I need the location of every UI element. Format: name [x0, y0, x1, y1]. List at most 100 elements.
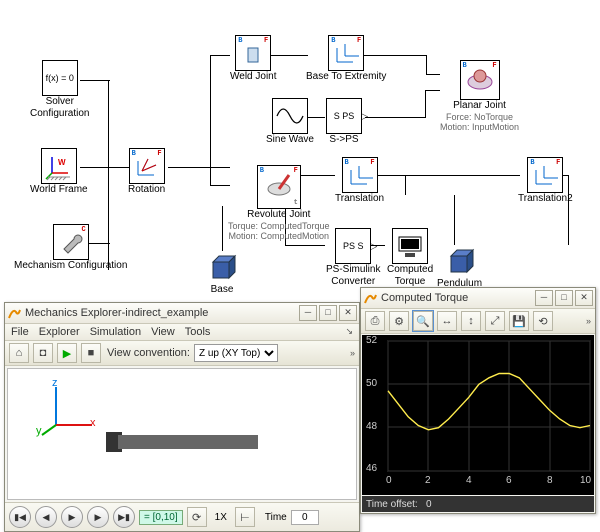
solver-inner-text: f(x) = 0 [46, 73, 74, 83]
menu-tools[interactable]: Tools [185, 326, 211, 338]
play-icon[interactable]: ▶ [57, 343, 77, 363]
offset-label: Time offset: [366, 499, 418, 510]
maximize-button[interactable]: □ [319, 305, 337, 321]
block-mechanism-configuration[interactable]: C Mechanism Configuration [14, 224, 127, 272]
translation-icon: B F [342, 157, 378, 193]
close-button[interactable]: ✕ [575, 290, 593, 306]
params-icon[interactable]: ⚙ [389, 311, 409, 331]
time-value[interactable]: 0 [291, 510, 319, 525]
pendulum-arm-shape [118, 435, 258, 449]
maximize-button[interactable]: □ [555, 290, 573, 306]
restore-icon[interactable]: ⟲ [533, 311, 553, 331]
axis-x-label: x [90, 417, 96, 429]
pendulum-icon [443, 244, 477, 278]
loop-icon[interactable]: ⟳ [187, 507, 207, 527]
time-range[interactable]: = [0,10] [139, 510, 183, 525]
y-tick: 48 [366, 421, 377, 432]
view-convention-label: View convention: [107, 347, 190, 359]
playback-bar[interactable]: ▮◀ ◀ ▶ ▶ ▶▮ = [0,10] ⟳ 1X ⊢ Time 0 [5, 502, 359, 531]
planar-joint-icon: B F [460, 60, 500, 100]
step-back-button[interactable]: ◀ [35, 506, 57, 528]
block-solver-configuration[interactable]: f(x) = 0 Solver Configuration [30, 60, 89, 119]
zoom-x-icon[interactable]: ↔ [437, 311, 457, 331]
y-tick: 46 [366, 463, 377, 474]
scope-toolbar[interactable]: ⎙ ⚙ 🔍 ↔ ↕ ⤢ 💾 ⟲ » [361, 309, 595, 334]
wrench-icon: C [53, 224, 89, 260]
block-ps-simulink-converter[interactable]: PS S ▷ PS-Simulink Converter [326, 228, 380, 287]
camera-icon[interactable]: ⌂ [9, 343, 29, 363]
rotation-icon: B F [129, 148, 165, 184]
menu-overflow-icon[interactable]: ↘ [345, 326, 353, 338]
print-icon[interactable]: ⎙ [365, 311, 385, 331]
axes-triad: z x y [38, 379, 98, 442]
titlebar[interactable]: Computed Torque ─ □ ✕ [361, 288, 595, 309]
last-frame-button[interactable]: ▶▮ [113, 506, 135, 528]
viewport-3d[interactable]: z x y [7, 368, 357, 500]
block-label: Translation2 [518, 193, 573, 205]
block-sub: Motion: ComputedMotion [229, 231, 330, 241]
x-tick: 0 [386, 475, 392, 486]
menu-explorer[interactable]: Explorer [39, 326, 80, 338]
block-label: S->PS [329, 134, 358, 146]
block-label: Computed Torque [387, 264, 433, 287]
cube-icon [205, 250, 239, 284]
play-button[interactable]: ▶ [61, 506, 83, 528]
titlebar[interactable]: Mechanics Explorer-indirect_example ─ □ … [5, 303, 359, 324]
block-label: Weld Joint [230, 71, 277, 83]
sine-wave-icon [272, 98, 308, 134]
minimize-button[interactable]: ─ [535, 290, 553, 306]
block-sub: Torque: ComputedTorque [228, 221, 330, 231]
save-icon[interactable]: 💾 [509, 311, 529, 331]
translation2-icon: B F [527, 157, 563, 193]
stop-icon[interactable]: ■ [81, 343, 101, 363]
block-revolute-joint[interactable]: B F t Revolute Joint Torque: ComputedTor… [228, 165, 330, 241]
block-label: Rotation [128, 184, 165, 196]
menu-view[interactable]: View [151, 326, 175, 338]
computed-torque-window[interactable]: Computed Torque ─ □ ✕ ⎙ ⚙ 🔍 ↔ ↕ ⤢ 💾 ⟲ » [360, 287, 596, 514]
x-tick: 4 [466, 475, 472, 486]
block-planar-joint[interactable]: B F Planar Joint Force: NoTorque Motion:… [440, 60, 519, 132]
speed-label: 1X [215, 512, 227, 523]
matlab-icon [7, 306, 21, 320]
world-frame-icon: W [41, 148, 77, 184]
scope-plot[interactable]: 52 50 48 46 0 2 4 6 8 10 [362, 335, 594, 495]
axis-z-label: z [52, 377, 58, 389]
block-rotation[interactable]: B F Rotation [128, 148, 165, 196]
block-s-to-ps[interactable]: S PS ▷ S->PS [326, 98, 362, 146]
step-forward-button[interactable]: ▶ [87, 506, 109, 528]
toolbar[interactable]: ⌂ ◘ ▶ ■ View convention: Z up (XY Top) » [5, 341, 359, 366]
weld-joint-icon: B F [235, 35, 271, 71]
minimize-button[interactable]: ─ [299, 305, 317, 321]
block-weld-joint[interactable]: B F Weld Joint [230, 35, 277, 83]
svg-text:W: W [58, 158, 66, 167]
block-translation2[interactable]: B F Translation2 [518, 157, 573, 205]
first-frame-button[interactable]: ▮◀ [9, 506, 31, 528]
block-label: Translation [335, 193, 384, 205]
toolbar-overflow-icon[interactable]: » [350, 348, 355, 358]
block-label: PS-Simulink Converter [326, 264, 380, 287]
record-icon[interactable]: ◘ [33, 343, 53, 363]
block-translation[interactable]: B F Translation [335, 157, 384, 205]
block-world-frame[interactable]: W World Frame [30, 148, 88, 196]
block-computed-torque[interactable]: Computed Torque [387, 228, 433, 287]
block-label: Base To Extremity [306, 71, 386, 83]
block-pendulum[interactable]: Pendulum [437, 244, 482, 290]
block-base[interactable]: Base [205, 250, 239, 296]
block-label: Solver Configuration [30, 96, 89, 119]
x-tick: 10 [580, 475, 591, 486]
menubar[interactable]: File Explorer Simulation View Tools ↘ [5, 324, 359, 341]
mechanics-explorer-window[interactable]: Mechanics Explorer-indirect_example ─ □ … [4, 302, 360, 532]
block-base-to-extremity[interactable]: B F Base To Extremity [306, 35, 386, 83]
time-label: Time [265, 512, 287, 523]
zoom-y-icon[interactable]: ↕ [461, 311, 481, 331]
view-convention-select[interactable]: Z up (XY Top) [194, 344, 278, 362]
autoscale-icon[interactable]: ⤢ [485, 311, 505, 331]
menu-file[interactable]: File [11, 326, 29, 338]
block-sine-wave[interactable]: Sine Wave [266, 98, 314, 146]
slider-icon[interactable]: ⊢ [235, 507, 255, 527]
close-button[interactable]: ✕ [339, 305, 357, 321]
zoom-in-icon[interactable]: 🔍 [413, 311, 433, 331]
block-label: Planar Joint [453, 100, 506, 112]
toolbar-overflow-icon[interactable]: » [586, 316, 591, 326]
menu-simulation[interactable]: Simulation [90, 326, 141, 338]
